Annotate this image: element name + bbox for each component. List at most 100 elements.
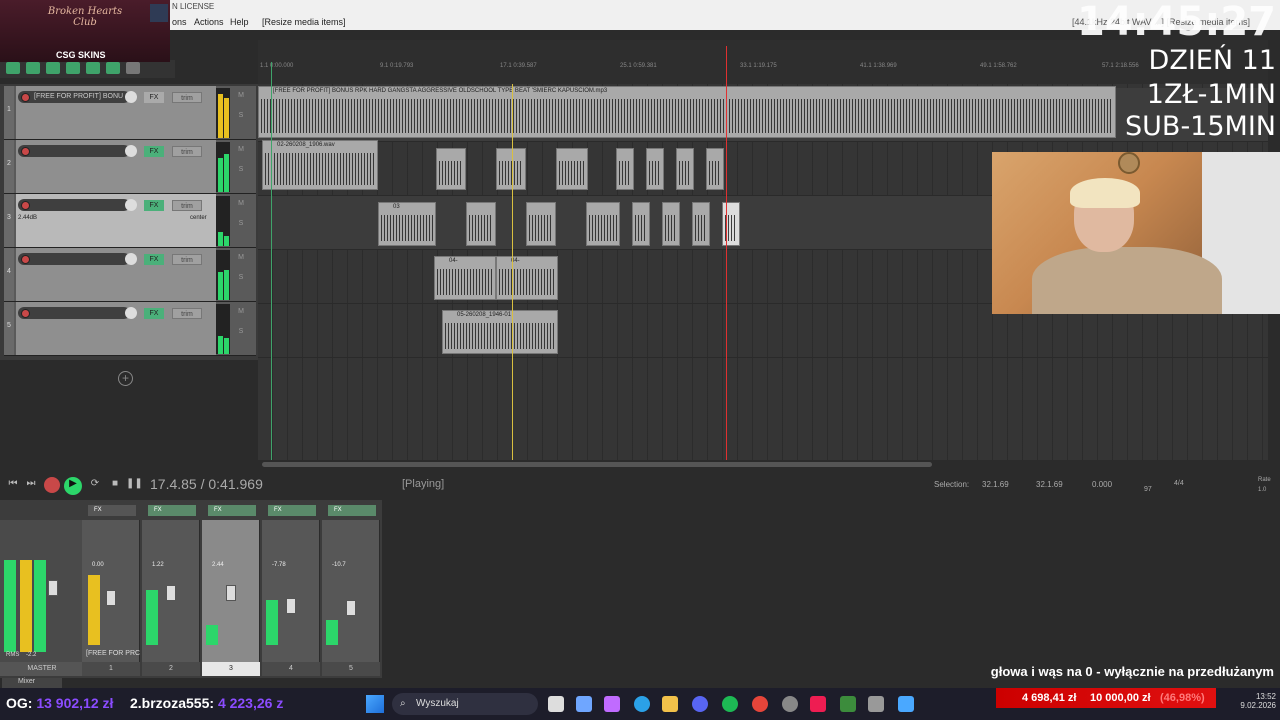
volume-knob[interactable] bbox=[125, 253, 137, 265]
menu-help[interactable]: Help bbox=[230, 17, 249, 27]
media-item[interactable] bbox=[632, 202, 650, 246]
media-item[interactable]: [FREE FOR PROFIT] BONUS RPK HARD GANGSTA… bbox=[258, 86, 1116, 138]
media-item[interactable] bbox=[646, 148, 664, 190]
record-icon[interactable] bbox=[44, 477, 60, 493]
fx-button[interactable]: FX bbox=[144, 146, 164, 157]
system-clock[interactable]: 13:52 9.02.2026 bbox=[1226, 692, 1276, 710]
snap-icon[interactable] bbox=[66, 62, 80, 74]
media-item[interactable]: 04- bbox=[434, 256, 496, 300]
track-1[interactable]: 1 [FREE FOR PROFIT] BONU FX trim M S bbox=[4, 86, 256, 140]
track-name[interactable] bbox=[18, 199, 130, 211]
selection-start[interactable]: 32.1.69 bbox=[982, 480, 1009, 489]
notepad-icon[interactable] bbox=[898, 696, 914, 712]
lock-icon[interactable] bbox=[126, 62, 140, 74]
media-item[interactable] bbox=[556, 148, 588, 190]
record-arm-button[interactable] bbox=[21, 201, 30, 210]
track-2[interactable]: 2 FX trim M S bbox=[4, 140, 256, 194]
horizontal-scrollbar[interactable] bbox=[262, 462, 932, 467]
play-icon[interactable]: ▶ bbox=[64, 477, 82, 495]
media-item[interactable] bbox=[692, 202, 710, 246]
copilot-icon[interactable] bbox=[604, 696, 620, 712]
media-item[interactable] bbox=[676, 148, 694, 190]
grid-icon[interactable] bbox=[6, 62, 20, 74]
track-3[interactable]: 3 FX trim 2.44dB center M S bbox=[4, 194, 256, 248]
edit-cursor[interactable] bbox=[271, 62, 272, 460]
strip-fader[interactable] bbox=[346, 600, 356, 616]
media-item[interactable] bbox=[662, 202, 680, 246]
reaper-icon[interactable] bbox=[782, 696, 798, 712]
go-start-icon[interactable]: ⏮ bbox=[6, 477, 20, 491]
menu-resize-items[interactable]: [Resize media items] bbox=[262, 17, 346, 27]
tiktok-icon[interactable] bbox=[810, 696, 826, 712]
solo-button[interactable]: S bbox=[236, 328, 246, 338]
link-icon[interactable] bbox=[26, 62, 40, 74]
media-item[interactable] bbox=[586, 202, 620, 246]
mute-button[interactable]: M bbox=[236, 146, 246, 156]
fx-tab[interactable]: FX bbox=[148, 505, 196, 516]
strip-number[interactable]: 1 bbox=[82, 662, 140, 676]
media-item[interactable]: 02-260208_1906.wav bbox=[262, 140, 378, 190]
fx-button[interactable]: FX bbox=[144, 308, 164, 319]
search-input[interactable]: Wyszukaj bbox=[392, 693, 538, 715]
trim-button[interactable]: trim bbox=[172, 308, 202, 319]
record-arm-button[interactable] bbox=[21, 309, 30, 318]
media-item[interactable]: 03 bbox=[378, 202, 436, 246]
menu-actions[interactable]: Actions bbox=[194, 17, 224, 27]
track-name[interactable] bbox=[18, 307, 130, 319]
fx-tab[interactable]: FX bbox=[268, 505, 316, 516]
strip-number[interactable]: 5 bbox=[322, 662, 380, 676]
mute-button[interactable]: M bbox=[236, 254, 246, 264]
time-signature[interactable]: 4/4 bbox=[1174, 480, 1184, 487]
solo-button[interactable]: S bbox=[236, 166, 246, 176]
timeline-ruler[interactable] bbox=[258, 40, 1268, 84]
selection-end[interactable]: 32.1.69 bbox=[1036, 480, 1063, 489]
track-4[interactable]: 4 FX trim M S bbox=[4, 248, 256, 302]
track-name[interactable] bbox=[18, 253, 130, 265]
media-item[interactable] bbox=[526, 202, 556, 246]
volume-knob[interactable] bbox=[125, 91, 137, 103]
mute-button[interactable]: M bbox=[236, 92, 246, 102]
play-cursor[interactable] bbox=[726, 46, 727, 460]
discord-icon[interactable] bbox=[692, 696, 708, 712]
strip-number[interactable]: 2 bbox=[142, 662, 200, 676]
app-icon[interactable] bbox=[840, 696, 856, 712]
solo-button[interactable]: S bbox=[236, 274, 246, 284]
bpm-readout[interactable]: 97 bbox=[1144, 486, 1152, 493]
pause-icon[interactable]: ❚❚ bbox=[126, 477, 143, 491]
media-item[interactable] bbox=[466, 202, 496, 246]
loop-icon[interactable] bbox=[106, 62, 120, 74]
media-item[interactable]: 05-260208_1946-01 bbox=[442, 310, 558, 354]
volume-knob[interactable] bbox=[125, 307, 137, 319]
mute-button[interactable]: M bbox=[236, 200, 246, 210]
ripple-icon[interactable] bbox=[46, 62, 60, 74]
trim-button[interactable]: trim bbox=[172, 200, 202, 211]
add-track-icon[interactable]: + bbox=[118, 371, 133, 386]
record-arm-button[interactable] bbox=[21, 147, 30, 156]
selection-length[interactable]: 0.000 bbox=[1092, 480, 1112, 489]
task-view-icon[interactable] bbox=[548, 696, 564, 712]
spotify-icon[interactable] bbox=[722, 696, 738, 712]
strip-number[interactable]: 3 bbox=[202, 662, 260, 676]
repeat-icon[interactable]: ⟳ bbox=[88, 477, 102, 491]
solo-button[interactable]: S bbox=[236, 220, 246, 230]
windows-start-icon[interactable] bbox=[366, 695, 384, 713]
media-item[interactable]: 04- bbox=[496, 256, 558, 300]
fx-tab[interactable]: FX bbox=[88, 505, 136, 516]
stop-icon[interactable]: ■ bbox=[108, 477, 122, 491]
track-name[interactable] bbox=[18, 145, 130, 157]
chrome-icon[interactable] bbox=[752, 696, 768, 712]
volume-knob[interactable] bbox=[125, 145, 137, 157]
track-5[interactable]: 5 FX trim M S bbox=[4, 302, 256, 356]
media-item-selected[interactable] bbox=[722, 202, 740, 246]
media-item[interactable] bbox=[706, 148, 724, 190]
strip-number[interactable]: 4 bbox=[262, 662, 320, 676]
strip-fader[interactable] bbox=[106, 590, 116, 606]
rate-value[interactable]: 1.0 bbox=[1258, 487, 1266, 493]
strip-fader[interactable] bbox=[286, 598, 296, 614]
fx-button[interactable]: FX bbox=[144, 200, 164, 211]
fx-button[interactable]: FX bbox=[144, 92, 164, 103]
solo-button[interactable]: S bbox=[236, 112, 246, 122]
go-end-icon[interactable]: ⏭ bbox=[24, 477, 38, 491]
trim-button[interactable]: trim bbox=[172, 92, 202, 103]
settings-icon[interactable] bbox=[868, 696, 884, 712]
